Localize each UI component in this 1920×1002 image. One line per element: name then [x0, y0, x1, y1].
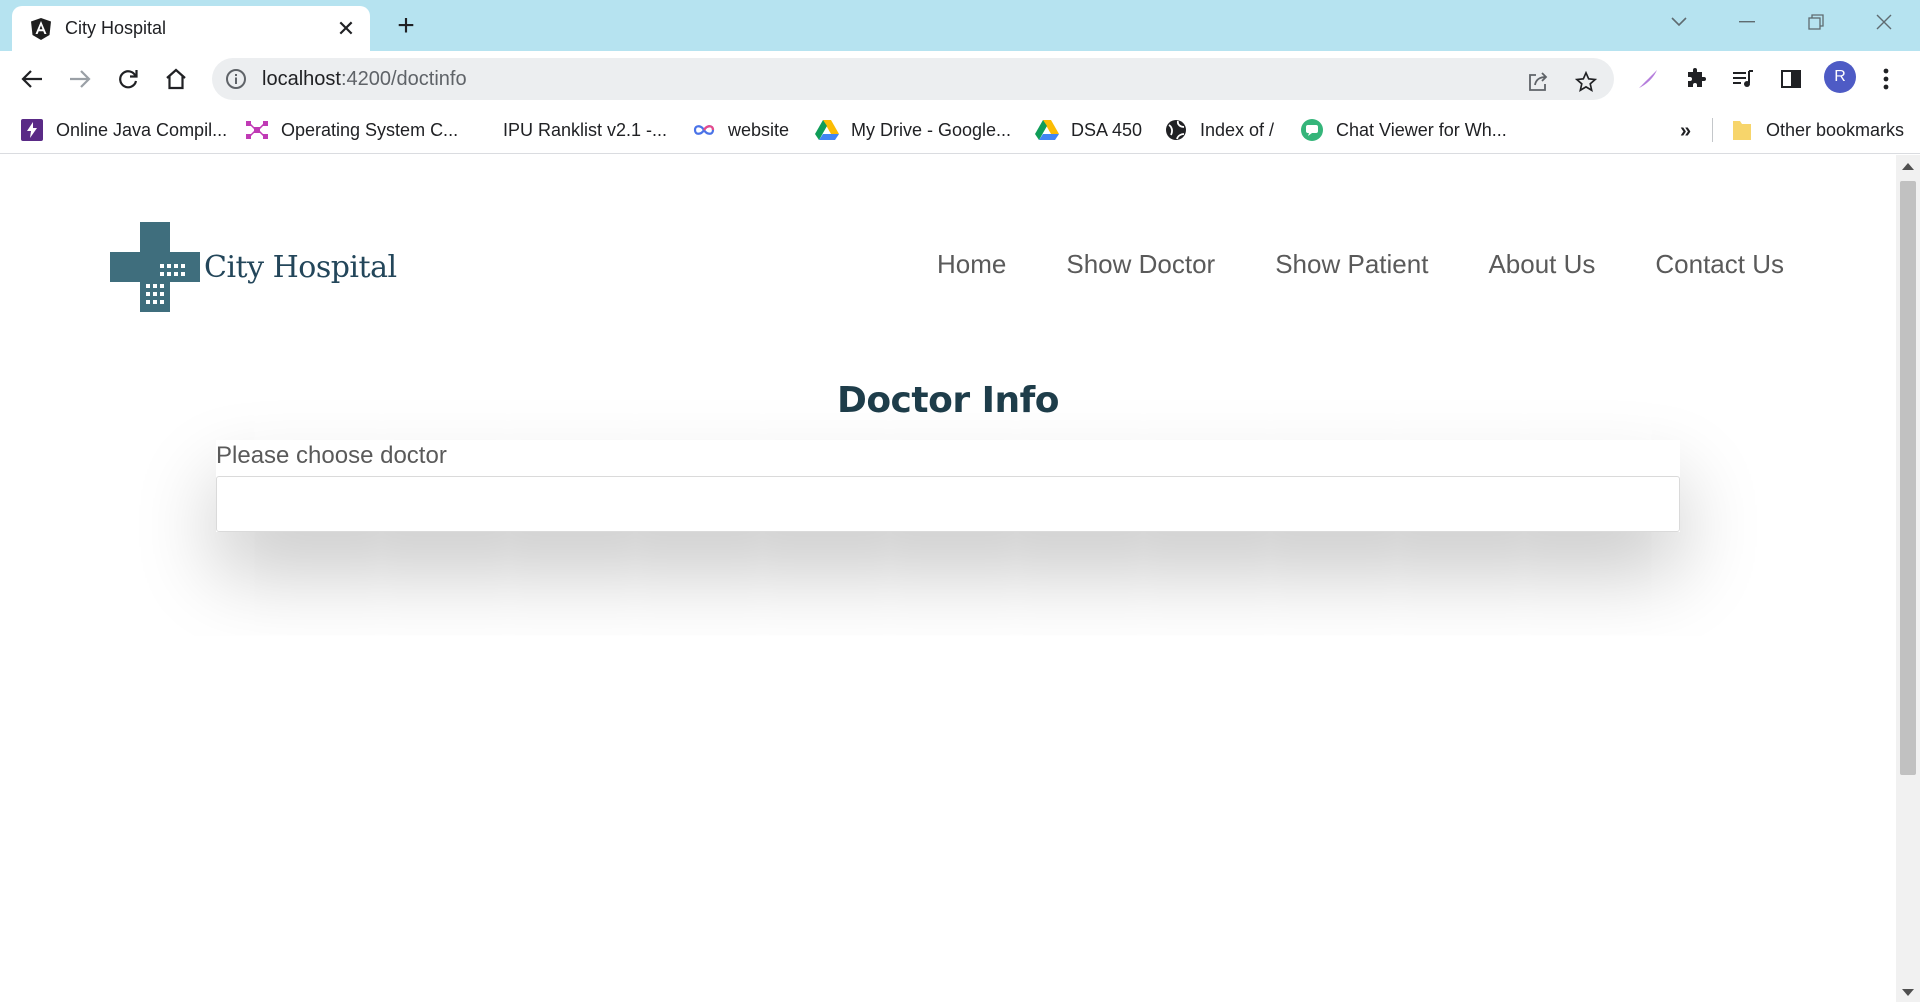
browser-tab[interactable]: City Hospital ✕ [12, 6, 370, 51]
address-bar[interactable]: localhost:4200/doctinfo [212, 58, 1614, 100]
bookmark-item[interactable]: website [692, 114, 789, 146]
minimize-icon[interactable] [1730, 8, 1764, 36]
menu-kebab-icon[interactable] [1870, 63, 1902, 95]
select-doctor-label: Please choose doctor [216, 442, 447, 469]
nav-show-doctor[interactable]: Show Doctor [1066, 249, 1215, 280]
other-bookmarks-folder[interactable]: Other bookmarks [1730, 114, 1904, 146]
bolt-icon [20, 118, 44, 142]
chat-icon [1300, 118, 1324, 142]
bookmark-item[interactable]: Index of / [1164, 114, 1274, 146]
bookmark-label: Chat Viewer for Wh... [1336, 119, 1507, 140]
nav-about-us[interactable]: About Us [1488, 249, 1595, 280]
scroll-up-icon[interactable] [1902, 163, 1914, 170]
close-tab-icon[interactable]: ✕ [332, 15, 360, 43]
scrollbar-thumb[interactable] [1900, 181, 1916, 775]
url-path: :4200/doctinfo [340, 67, 467, 90]
extensions-icon[interactable] [1680, 63, 1712, 95]
site-logo[interactable]: City Hospital [110, 222, 397, 312]
bookmark-label: Online Java Compil... [56, 119, 228, 140]
page-scrollbar[interactable] [1896, 155, 1920, 1002]
bookmark-label: website [728, 119, 790, 140]
bookmark-label: IPU Ranklist v2.1 -... [503, 119, 668, 140]
nav-show-patient[interactable]: Show Patient [1275, 249, 1428, 280]
bookmark-item[interactable]: IPU Ranklist v2.1 -... [477, 114, 667, 146]
infinity-icon [692, 118, 716, 142]
bookmark-star-icon[interactable] [1571, 67, 1601, 97]
back-icon[interactable] [16, 63, 48, 95]
nav-contact-us[interactable]: Contact Us [1655, 249, 1784, 280]
bookmark-label: Operating System C... [281, 119, 459, 140]
main-nav: Home Show Doctor Show Patient About Us C… [937, 249, 1784, 280]
bookmark-item[interactable]: My Drive - Google... [815, 114, 1011, 146]
url-host: localhost [262, 67, 341, 90]
drive-icon [1035, 118, 1059, 142]
bookmarks-bar: Online Java Compil... Operating System C… [0, 106, 1920, 154]
forward-icon[interactable] [64, 63, 96, 95]
bookmark-label: My Drive - Google... [851, 119, 1012, 140]
bookmark-item[interactable]: Online Java Compil... [20, 114, 227, 146]
nav-home[interactable]: Home [937, 249, 1006, 280]
bookmark-label: DSA 450 [1071, 119, 1143, 140]
folder-icon [1730, 118, 1754, 142]
scroll-down-icon[interactable] [1902, 989, 1914, 996]
page-title: Doctor Info [836, 380, 1060, 421]
url-text: localhost:4200/doctinfo [262, 68, 467, 91]
logo-text: City Hospital [204, 249, 397, 285]
share-icon[interactable] [1523, 67, 1553, 97]
media-queue-icon[interactable] [1727, 63, 1759, 95]
doctor-select[interactable] [216, 476, 1680, 532]
profile-avatar[interactable]: R [1824, 61, 1856, 93]
bookmark-item[interactable]: Chat Viewer for Wh... [1300, 114, 1507, 146]
page-viewport: City Hospital Home Show Doctor Show Pati… [0, 155, 1896, 1002]
other-bookmarks-label: Other bookmarks [1766, 119, 1905, 140]
quill-extension-icon[interactable] [1632, 63, 1664, 95]
network-icon [245, 118, 269, 142]
blank-icon [477, 118, 491, 142]
bookmark-item[interactable]: Operating System C... [245, 114, 458, 146]
bookmark-item[interactable]: DSA 450 [1035, 114, 1142, 146]
angular-icon [31, 17, 51, 40]
home-icon[interactable] [160, 63, 192, 95]
restore-icon[interactable] [1799, 8, 1833, 36]
tab-title: City Hospital [65, 18, 167, 38]
new-tab-icon[interactable]: + [390, 9, 422, 42]
reload-icon[interactable] [112, 63, 144, 95]
bookmark-label: Index of / [1200, 119, 1275, 140]
globe-icon [1164, 118, 1188, 142]
more-bookmarks-chevron-icon[interactable]: » [1680, 120, 1691, 143]
tab-search-icon[interactable] [1662, 8, 1696, 36]
site-info-icon[interactable] [224, 67, 248, 91]
side-panel-icon[interactable] [1775, 63, 1807, 95]
close-window-icon[interactable] [1867, 8, 1901, 36]
drive-icon [815, 118, 839, 142]
hospital-cross-icon [110, 222, 200, 312]
bookmarks-separator [1712, 118, 1713, 142]
browser-tabstrip: City Hospital ✕ + [0, 0, 1920, 51]
